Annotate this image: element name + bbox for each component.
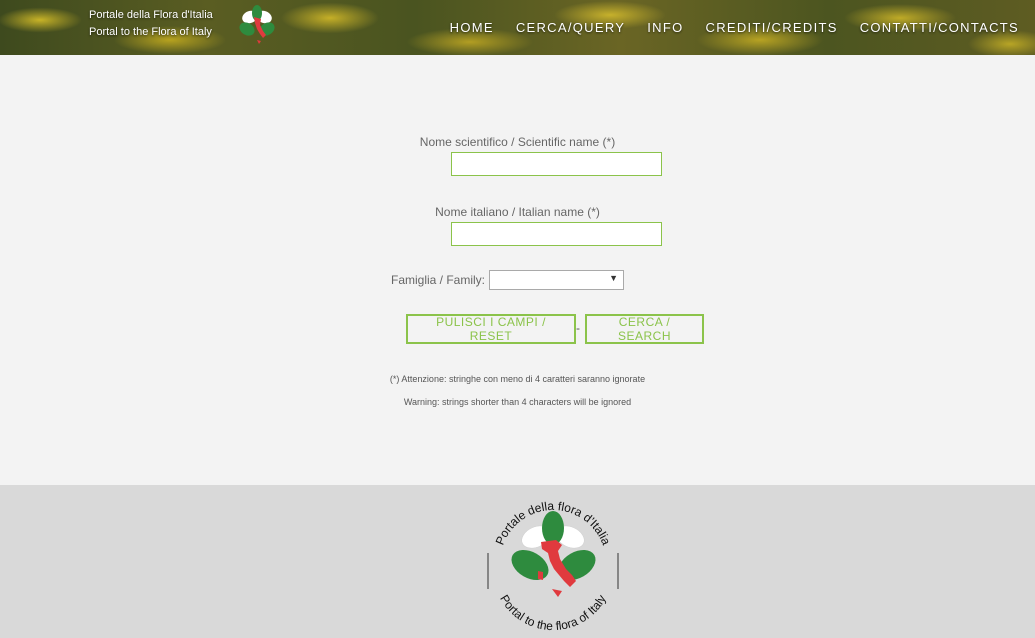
- chevron-down-icon[interactable]: ▼: [609, 273, 618, 283]
- site-brand[interactable]: Portale della Flora d'Italia Portal to t…: [89, 7, 213, 41]
- flora-italy-logo-icon[interactable]: [239, 5, 275, 47]
- brand-title-it[interactable]: Portale della Flora d'Italia: [89, 7, 213, 24]
- scientific-name-label: Nome scientifico / Scientific name (*): [419, 135, 616, 149]
- button-separator: -: [576, 321, 580, 335]
- footer-logo-text-bottom: Portal to the flora of Italy: [497, 592, 609, 633]
- note-english: Warning: strings shorter than 4 characte…: [403, 397, 632, 407]
- nav-home[interactable]: HOME: [450, 20, 494, 35]
- nav-contacts[interactable]: CONTATTI/CONTACTS: [860, 20, 1019, 35]
- nav-query[interactable]: CERCA/QUERY: [516, 20, 625, 35]
- reset-button[interactable]: PULISCI I CAMPI / RESET: [406, 314, 576, 344]
- svg-text:Portal to the flora of Italy: Portal to the flora of Italy: [497, 592, 609, 633]
- italian-name-input[interactable]: [451, 222, 662, 246]
- brand-title-en[interactable]: Portal to the Flora of Italy: [89, 24, 213, 41]
- note-italian: (*) Attenzione: stringhe con meno di 4 c…: [389, 374, 646, 384]
- site-header: Portale della Flora d'Italia Portal to t…: [0, 0, 1035, 55]
- flora-italy-footer-logo: Portale della flora d'Italia Portal to t…: [487, 499, 619, 633]
- nav-credits[interactable]: CREDITI/CREDITS: [706, 20, 838, 35]
- family-select[interactable]: ▼: [489, 270, 624, 290]
- nav-info[interactable]: INFO: [647, 20, 683, 35]
- scientific-name-input[interactable]: [451, 152, 662, 176]
- italian-name-label: Nome italiano / Italian name (*): [435, 205, 600, 219]
- site-footer: Portale della flora d'Italia Portal to t…: [0, 485, 1035, 638]
- family-label: Famiglia / Family:: [390, 273, 485, 287]
- search-form: Nome scientifico / Scientific name (*) N…: [0, 55, 1035, 485]
- family-row: Famiglia / Family: ▼: [0, 270, 1035, 290]
- search-button[interactable]: CERCA / SEARCH: [585, 314, 704, 344]
- main-nav: HOME CERCA/QUERY INFO CREDITI/CREDITS CO…: [428, 20, 1019, 35]
